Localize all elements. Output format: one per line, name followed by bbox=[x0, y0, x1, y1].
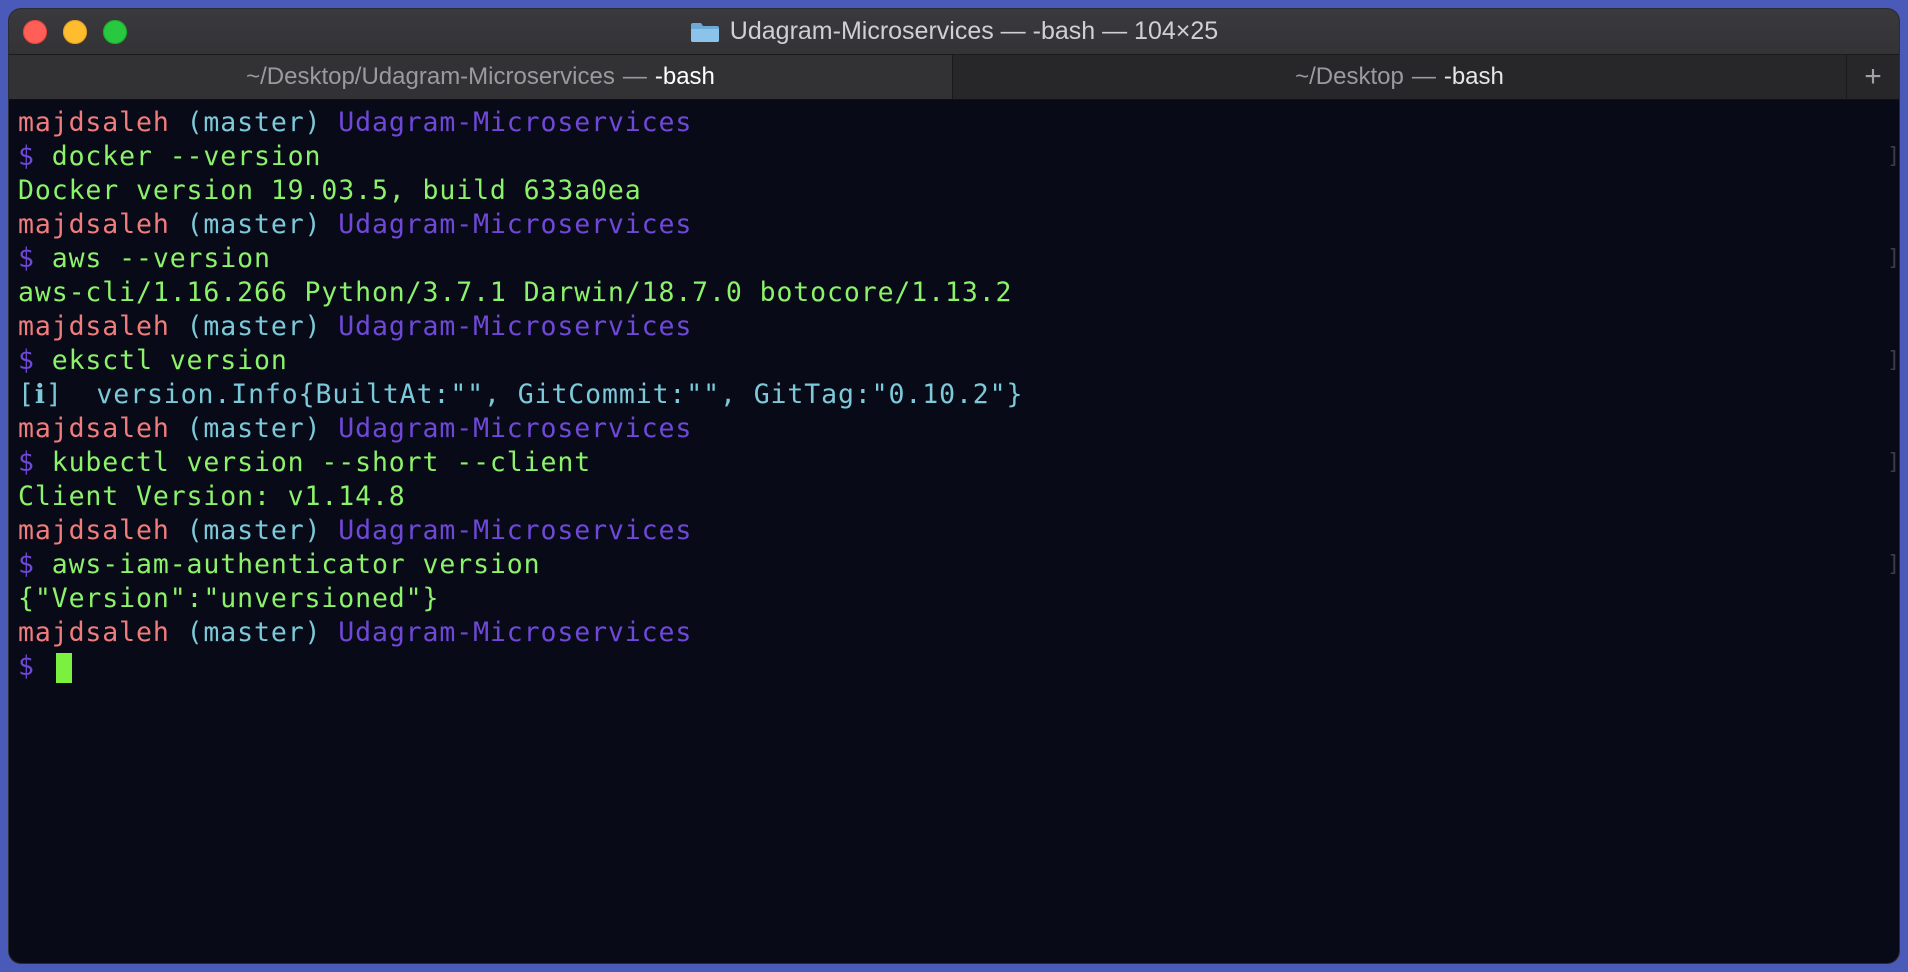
prompt-user: majdsaleh bbox=[18, 617, 170, 648]
prompt-symbol: $ bbox=[18, 243, 35, 274]
output-text: aws-cli/1.16.266 Python/3.7.1 Darwin/18.… bbox=[18, 277, 1013, 308]
tab-dir: ~/Desktop bbox=[1295, 63, 1404, 90]
prompt-symbol: $ bbox=[18, 549, 35, 580]
output-text: Docker version 19.03.5, build 633a0ea bbox=[18, 175, 642, 206]
line-marker: ] bbox=[1887, 242, 1899, 276]
folder-icon bbox=[690, 22, 719, 42]
command-text: aws-iam-authenticator version bbox=[51, 549, 541, 580]
plus-icon: + bbox=[1864, 60, 1882, 93]
prompt-symbol: $ bbox=[18, 141, 35, 172]
output-line: {"Version":"unversioned"} bbox=[18, 582, 439, 616]
output-line: [ℹ] version.Info{BuiltAt:"", GitCommit:"… bbox=[18, 378, 1023, 412]
prompt-branch: (master) bbox=[186, 413, 322, 444]
tab-separator: — bbox=[1411, 63, 1436, 90]
output-line: aws-cli/1.16.266 Python/3.7.1 Darwin/18.… bbox=[18, 276, 1012, 310]
command-line: $ eksctl version bbox=[18, 344, 288, 378]
prompt-line: majdsaleh (master) Udagram-Microservices bbox=[18, 616, 692, 650]
prompt-user: majdsaleh bbox=[18, 311, 170, 342]
output-text: {"Version":"unversioned"} bbox=[18, 583, 440, 614]
prompt-symbol: $ bbox=[18, 345, 35, 376]
prompt-line: majdsaleh (master) Udagram-Microservices bbox=[18, 412, 692, 446]
prompt-dir: Udagram-Microservices bbox=[338, 617, 693, 648]
prompt-user: majdsaleh bbox=[18, 413, 170, 444]
command-line: $ kubectl version --short --client bbox=[18, 446, 591, 480]
prompt-branch: (master) bbox=[186, 515, 322, 546]
prompt-user: majdsaleh bbox=[18, 209, 170, 240]
window-title: Udagram-Microservices — -bash — 104×25 bbox=[9, 9, 1899, 54]
command-text: aws --version bbox=[51, 243, 271, 274]
tab-bar: ~/Desktop/Udagram-Microservices — -bash … bbox=[9, 55, 1899, 100]
prompt-symbol: $ bbox=[18, 447, 35, 478]
active-command-line[interactable]: $ bbox=[18, 650, 72, 684]
output-text: Client Version: v1.14.8 bbox=[18, 481, 406, 512]
prompt-line: majdsaleh (master) Udagram-Microservices bbox=[18, 310, 692, 344]
text-cursor bbox=[55, 652, 72, 683]
prompt-user: majdsaleh bbox=[18, 515, 170, 546]
line-marker: ] bbox=[1887, 140, 1899, 174]
new-tab-button[interactable]: + bbox=[1847, 55, 1899, 99]
terminal-output[interactable]: majdsaleh (master) Udagram-Microservices… bbox=[9, 100, 1899, 963]
prompt-dir: Udagram-Microservices bbox=[338, 107, 693, 138]
output-line: Client Version: v1.14.8 bbox=[18, 480, 406, 514]
output-text: [ℹ] version.Info{BuiltAt:"", GitCommit:"… bbox=[18, 379, 1024, 410]
tab-command: -bash bbox=[654, 63, 715, 90]
prompt-dir: Udagram-Microservices bbox=[338, 209, 693, 240]
prompt-branch: (master) bbox=[186, 107, 322, 138]
line-marker: ] bbox=[1887, 446, 1899, 480]
tab-dir: ~/Desktop/Udagram-Microservices bbox=[246, 63, 615, 90]
prompt-line: majdsaleh (master) Udagram-Microservices bbox=[18, 106, 692, 140]
command-text: docker --version bbox=[51, 141, 322, 172]
prompt-symbol: $ bbox=[18, 651, 35, 682]
terminal-window: Udagram-Microservices — -bash — 104×25 ~… bbox=[9, 9, 1899, 963]
tab-command: -bash bbox=[1443, 63, 1504, 90]
window-title-text: Udagram-Microservices — -bash — 104×25 bbox=[729, 17, 1219, 45]
prompt-line: majdsaleh (master) Udagram-Microservices bbox=[18, 514, 692, 548]
prompt-branch: (master) bbox=[186, 209, 322, 240]
command-text: eksctl version bbox=[51, 345, 288, 376]
prompt-branch: (master) bbox=[186, 311, 322, 342]
tab-desktop[interactable]: ~/Desktop — -bash bbox=[953, 55, 1847, 99]
line-marker: ] bbox=[1887, 548, 1899, 582]
command-line: $ docker --version bbox=[18, 140, 321, 174]
line-marker: ] bbox=[1887, 344, 1899, 378]
prompt-dir: Udagram-Microservices bbox=[338, 311, 693, 342]
prompt-dir: Udagram-Microservices bbox=[338, 413, 693, 444]
output-line: Docker version 19.03.5, build 633a0ea bbox=[18, 174, 642, 208]
prompt-line: majdsaleh (master) Udagram-Microservices bbox=[18, 208, 692, 242]
command-line: $ aws --version bbox=[18, 242, 271, 276]
title-bar[interactable]: Udagram-Microservices — -bash — 104×25 bbox=[9, 9, 1899, 55]
tab-udagram-microservices[interactable]: ~/Desktop/Udagram-Microservices — -bash bbox=[9, 55, 953, 99]
tab-separator: — bbox=[622, 63, 647, 90]
command-line: $ aws-iam-authenticator version bbox=[18, 548, 541, 582]
prompt-dir: Udagram-Microservices bbox=[338, 515, 693, 546]
prompt-user: majdsaleh bbox=[18, 107, 170, 138]
prompt-branch: (master) bbox=[186, 617, 322, 648]
command-text: kubectl version --short --client bbox=[51, 447, 592, 478]
